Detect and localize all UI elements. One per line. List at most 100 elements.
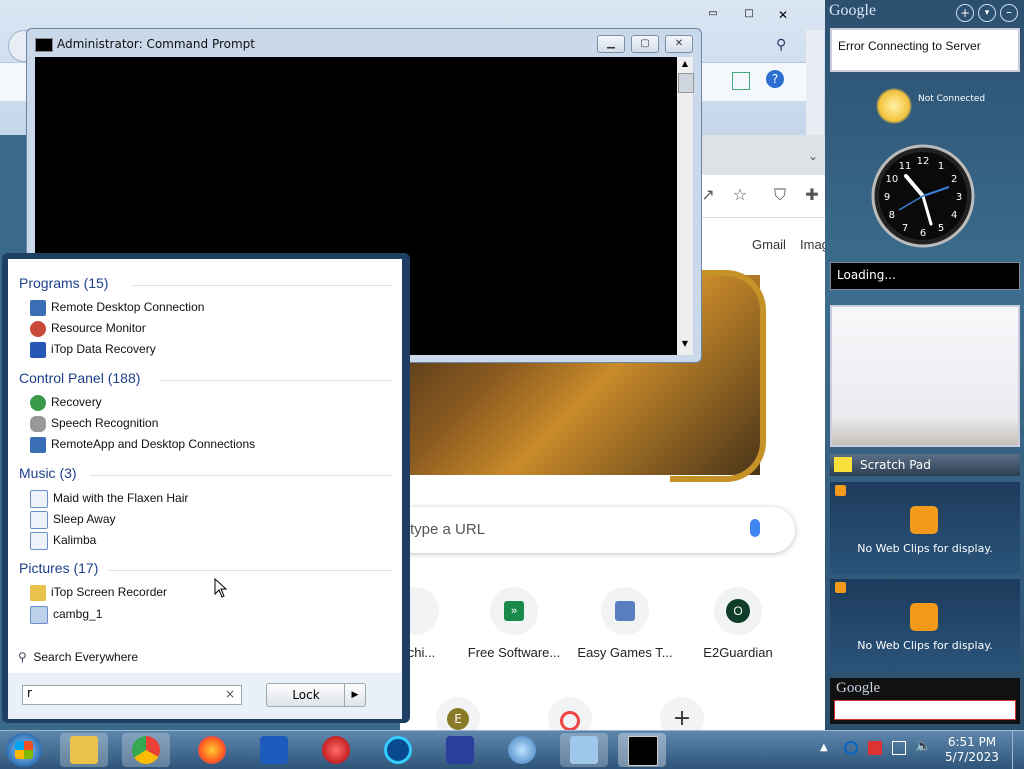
google-gadget[interactable]: Error Connecting to Server <box>830 28 1020 72</box>
result-music-2[interactable]: Sleep Away <box>30 511 116 529</box>
search-everywhere-link[interactable]: ⚲ Search Everywhere <box>18 650 138 664</box>
scratch-pad-title: Scratch Pad <box>860 458 931 472</box>
start-button[interactable] <box>6 733 42 767</box>
images-link[interactable]: Images <box>800 237 825 252</box>
volume-icon[interactable]: 🔈 <box>915 739 931 754</box>
close-button[interactable]: ✕ <box>665 35 693 53</box>
extensions-puzzle-icon[interactable]: ✚ <box>802 185 822 205</box>
divider <box>108 570 392 571</box>
result-resource-monitor[interactable]: Resource Monitor <box>30 321 146 339</box>
globe-icon <box>508 736 536 764</box>
result-itop-data-recovery[interactable]: iTop Data Recovery <box>30 342 156 360</box>
minimize-button[interactable]: ▭ <box>700 8 726 24</box>
result-music-3[interactable]: Kalimba <box>30 532 96 550</box>
note-icon <box>834 457 852 472</box>
remote-app-icon <box>446 736 474 764</box>
divider <box>160 380 392 381</box>
action-center-icon[interactable] <box>868 741 882 755</box>
slideshow-gadget[interactable] <box>830 305 1020 447</box>
minimize-sidebar-icon[interactable]: – <box>1000 4 1018 22</box>
taskbar-chrome[interactable] <box>122 733 170 767</box>
group-title-pictures: Pictures (17) <box>19 560 99 576</box>
clock-gadget[interactable]: 12 12 3 45 6 78 9 1011 <box>871 144 975 248</box>
favorites-icon[interactable] <box>732 72 750 90</box>
taskbar-app-a[interactable] <box>250 733 298 767</box>
scratch-pad-gadget[interactable]: Scratch Pad <box>830 454 1020 476</box>
maximize-button[interactable]: □ <box>736 8 762 24</box>
google-gadget-brand: Google <box>829 2 877 19</box>
rss-small-icon <box>835 582 846 593</box>
taskbar-firefox[interactable] <box>188 733 236 767</box>
system-clock[interactable]: 6:51 PM 5/7/2023 <box>942 735 1002 765</box>
google-search-input[interactable] <box>834 700 1016 720</box>
result-speech-recognition[interactable]: Speech Recognition <box>30 416 158 434</box>
clock-number: 1 <box>938 161 944 172</box>
taskbar-cmd[interactable] <box>618 733 666 767</box>
microphone-icon[interactable] <box>750 519 760 537</box>
tray-app-icon[interactable] <box>844 741 858 755</box>
shortcut-tile-4[interactable]: O E2Guardian <box>688 587 788 660</box>
scroll-up-icon[interactable]: ▲ <box>679 59 691 71</box>
ublock-shield-icon[interactable]: ⛉ <box>770 185 790 205</box>
console-scrollbar[interactable]: ▲ ▼ <box>677 57 694 355</box>
loading-gadget[interactable]: Loading... <box>830 262 1020 290</box>
scroll-down-icon[interactable]: ▼ <box>679 339 691 351</box>
search-placeholder: type a URL <box>410 521 486 538</box>
clock-number: 6 <box>920 228 926 239</box>
close-button[interactable]: ✕ <box>770 8 796 24</box>
clock-number: 10 <box>885 174 898 185</box>
google-error-text: Error Connecting to Server <box>838 39 981 53</box>
result-recovery[interactable]: Recovery <box>30 395 102 413</box>
result-remoteapp[interactable]: RemoteApp and Desktop Connections <box>30 437 255 455</box>
clear-search-icon[interactable]: × <box>225 687 235 701</box>
add-gadget-icon[interactable]: + <box>956 4 974 22</box>
loading-text: Loading... <box>837 268 896 282</box>
taskbar-control-panel[interactable] <box>560 733 608 767</box>
show-hidden-icons-icon[interactable]: ▲ <box>820 742 828 753</box>
taskbar-globe[interactable] <box>498 733 546 767</box>
weather-gadget[interactable]: Not Connected <box>830 78 1020 134</box>
bookmark-star-icon[interactable]: ☆ <box>730 185 750 205</box>
gadget-menu-icon[interactable]: ▾ <box>978 4 996 22</box>
result-itop-screen-recorder[interactable]: iTop Screen Recorder <box>30 585 167 603</box>
result-cambg[interactable]: cambg_1 <box>30 606 102 624</box>
clock-number: 7 <box>902 223 908 234</box>
search-results-panel: Programs (15) Remote Desktop Connection … <box>8 259 402 673</box>
rss-small-icon <box>835 485 846 496</box>
maximize-button[interactable]: ▢ <box>631 35 659 53</box>
taskbar-explorer[interactable] <box>60 733 108 767</box>
e2guardian-favicon-icon: O <box>726 599 750 623</box>
help-icon[interactable]: ? <box>766 70 784 88</box>
result-music-1[interactable]: Maid with the Flaxen Hair <box>30 490 188 508</box>
start-search-input[interactable]: r × <box>22 685 242 705</box>
clock-number: 3 <box>956 192 962 203</box>
windows-sidebar: Google + ▾ – Error Connecting to Server … <box>825 0 1024 730</box>
network-icon[interactable] <box>892 741 906 755</box>
web-clips-gadget-2[interactable]: No Web Clips for display. <box>830 579 1020 671</box>
show-desktop-button[interactable] <box>1012 731 1024 769</box>
scroll-thumb[interactable] <box>678 73 694 93</box>
new-tab-search-box[interactable]: type a URL <box>390 507 795 553</box>
shortcut-tile-3[interactable]: Easy Games T... <box>575 587 675 660</box>
music-file-icon <box>30 511 48 529</box>
web-clips-gadget-1[interactable]: No Web Clips for display. <box>830 482 1020 574</box>
result-remote-desktop[interactable]: Remote Desktop Connection <box>30 300 204 318</box>
clock-number: 11 <box>899 161 912 172</box>
taskbar-app-blue[interactable] <box>436 733 484 767</box>
weather-status: Not Connected <box>918 94 986 104</box>
itop-data-recovery-icon <box>30 342 46 358</box>
taskbar-ccleaner[interactable] <box>374 733 422 767</box>
chevron-down-icon[interactable]: ⌄ <box>808 149 818 163</box>
gmail-link[interactable]: Gmail <box>752 237 786 252</box>
recovery-icon <box>30 395 46 411</box>
shutdown-options-arrow-icon[interactable]: ▶ <box>344 683 366 707</box>
start-menu: Programs (15) Remote Desktop Connection … <box>2 253 410 723</box>
mouse-cursor-icon <box>214 578 228 598</box>
minimize-button[interactable]: ▁ <box>597 35 625 53</box>
search-icon[interactable]: ⚲ <box>776 37 786 53</box>
shortcut-tile-2[interactable]: » Free Software... <box>464 587 564 660</box>
lock-button[interactable]: Lock <box>266 683 346 707</box>
taskbar-app-red[interactable] <box>312 733 360 767</box>
window-title: Administrator: Command Prompt <box>57 37 255 51</box>
scrollbar[interactable] <box>806 30 824 135</box>
